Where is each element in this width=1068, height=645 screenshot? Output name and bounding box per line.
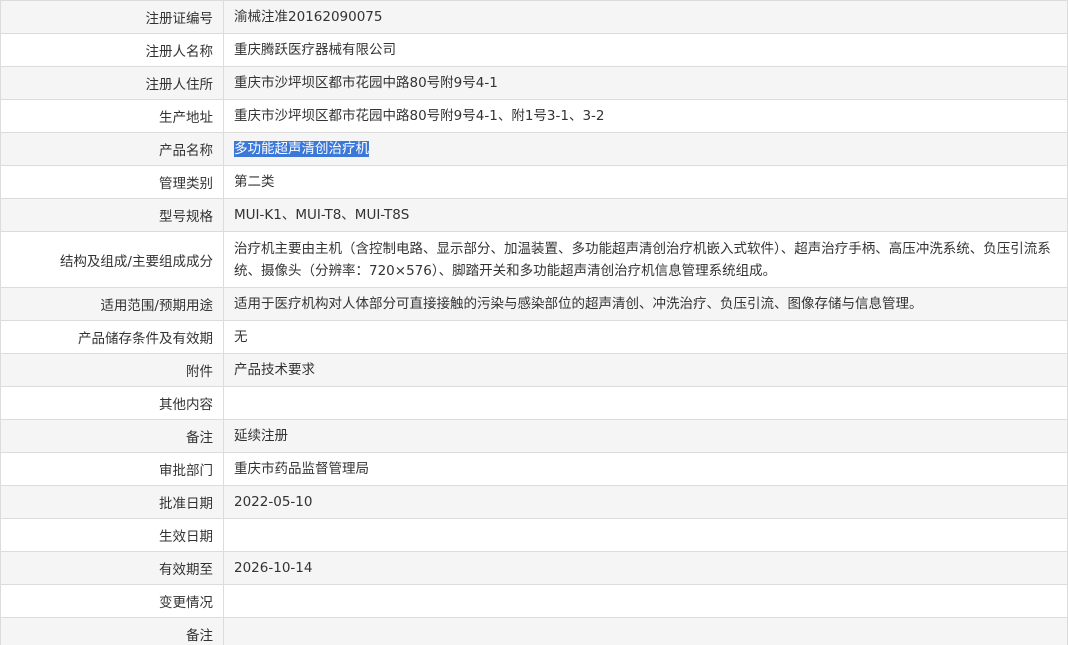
row-value-cell: 多功能超声清创治疗机 [223, 132, 1068, 166]
row-label: 变更情况 [0, 584, 224, 618]
registration-detail-table: 注册证编号 渝械注准20162090075 注册人名称 重庆腾跃医疗器械有限公司… [0, 0, 1068, 645]
table-row: 批准日期 2022-05-10 [0, 485, 1068, 519]
row-label: 管理类别 [0, 165, 224, 199]
row-label: 附件 [0, 353, 224, 387]
table-row: 备注 延续注册 [0, 419, 1068, 453]
row-value [223, 518, 1068, 552]
row-value: 产品技术要求 [223, 353, 1068, 387]
row-label: 批准日期 [0, 485, 224, 519]
row-label: 其他内容 [0, 386, 224, 420]
row-label: 产品名称 [0, 132, 224, 166]
row-value: 延续注册 [223, 419, 1068, 453]
table-row: 管理类别 第二类 [0, 165, 1068, 199]
table-row: 审批部门 重庆市药品监督管理局 [0, 452, 1068, 486]
table-row: 附件 产品技术要求 [0, 353, 1068, 387]
product-name-selected-text[interactable]: 多功能超声清创治疗机 [234, 141, 369, 157]
row-value: 重庆市药品监督管理局 [223, 452, 1068, 486]
row-label: 型号规格 [0, 198, 224, 232]
row-value [223, 386, 1068, 420]
row-label: 有效期至 [0, 551, 224, 585]
row-value: 治疗机主要由主机（含控制电路、显示部分、加温装置、多功能超声清创治疗机嵌入式软件… [223, 231, 1068, 288]
row-value [223, 584, 1068, 618]
row-value: 渝械注准20162090075 [223, 0, 1068, 34]
row-label: 生效日期 [0, 518, 224, 552]
row-label: 备注 [0, 419, 224, 453]
row-value: 重庆腾跃医疗器械有限公司 [223, 33, 1068, 67]
row-value: 重庆市沙坪坝区都市花园中路80号附9号4-1 [223, 66, 1068, 100]
table-row: 有效期至 2026-10-14 [0, 551, 1068, 585]
row-label: 备注 [0, 617, 224, 645]
row-label: 适用范围/预期用途 [0, 287, 224, 321]
table-row: 适用范围/预期用途 适用于医疗机构对人体部分可直接接触的污染与感染部位的超声清创… [0, 287, 1068, 321]
table-row: 结构及组成/主要组成成分 治疗机主要由主机（含控制电路、显示部分、加温装置、多功… [0, 231, 1068, 288]
row-label: 产品储存条件及有效期 [0, 320, 224, 354]
row-value: MUI-K1、MUI-T8、MUI-T8S [223, 198, 1068, 232]
row-value [223, 617, 1068, 645]
row-label: 注册证编号 [0, 0, 224, 34]
table-row: 备注 [0, 617, 1068, 645]
table-row: 注册人住所 重庆市沙坪坝区都市花园中路80号附9号4-1 [0, 66, 1068, 100]
row-label: 注册人名称 [0, 33, 224, 67]
row-value: 适用于医疗机构对人体部分可直接接触的污染与感染部位的超声清创、冲洗治疗、负压引流… [223, 287, 1068, 321]
row-value: 无 [223, 320, 1068, 354]
table-row: 生效日期 [0, 518, 1068, 552]
table-row: 注册证编号 渝械注准20162090075 [0, 0, 1068, 34]
row-value: 重庆市沙坪坝区都市花园中路80号附9号4-1、附1号3-1、3-2 [223, 99, 1068, 133]
table-row: 型号规格 MUI-K1、MUI-T8、MUI-T8S [0, 198, 1068, 232]
row-label: 审批部门 [0, 452, 224, 486]
row-value: 2026-10-14 [223, 551, 1068, 585]
row-value: 2022-05-10 [223, 485, 1068, 519]
row-label: 注册人住所 [0, 66, 224, 100]
table-row: 产品名称 多功能超声清创治疗机 [0, 132, 1068, 166]
table-row: 生产地址 重庆市沙坪坝区都市花园中路80号附9号4-1、附1号3-1、3-2 [0, 99, 1068, 133]
row-value: 第二类 [223, 165, 1068, 199]
table-row: 其他内容 [0, 386, 1068, 420]
row-label: 生产地址 [0, 99, 224, 133]
table-row: 产品储存条件及有效期 无 [0, 320, 1068, 354]
table-row: 变更情况 [0, 584, 1068, 618]
row-label: 结构及组成/主要组成成分 [0, 231, 224, 288]
table-row: 注册人名称 重庆腾跃医疗器械有限公司 [0, 33, 1068, 67]
